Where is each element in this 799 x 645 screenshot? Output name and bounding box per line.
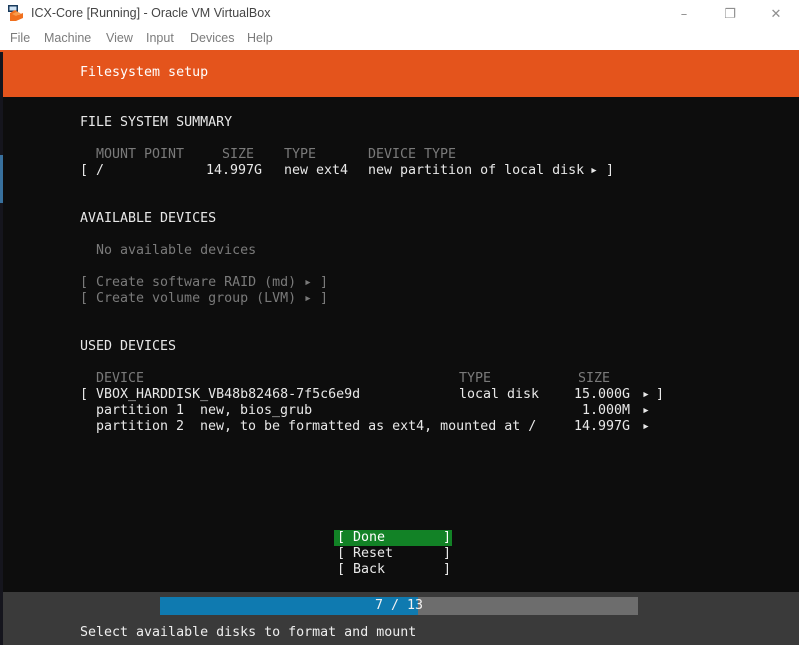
back-label: Back xyxy=(353,562,386,577)
chevron-right-icon: ▸ xyxy=(642,419,651,434)
column-header-mount-point: MOUNT POINT xyxy=(96,147,185,162)
installer-header: Filesystem setup xyxy=(0,50,799,97)
column-header-device-type: DEVICE TYPE xyxy=(368,147,457,162)
menu-item-devices[interactable]: Devices xyxy=(190,31,234,45)
installer-footer: 7 / 13 Select available disks to format … xyxy=(0,592,799,645)
open-bracket: [ xyxy=(80,387,89,402)
close-bracket: ] xyxy=(443,546,452,561)
open-bracket: [ xyxy=(337,562,346,577)
done-button[interactable]: [ Done ] xyxy=(334,530,452,546)
column-header-size: SIZE xyxy=(222,147,255,162)
window-controls: – ❐ ✕ xyxy=(661,0,799,28)
close-bracket: ] xyxy=(320,291,329,306)
partition-size: 14.997G xyxy=(574,419,631,434)
partition-name: partition 1 xyxy=(96,403,185,418)
close-bracket: ] xyxy=(656,387,665,402)
chevron-right-icon: ▸ xyxy=(642,387,651,402)
reset-label: Reset xyxy=(353,546,394,561)
create-lvm-label: Create volume group (LVM) xyxy=(96,291,297,306)
column-header-type: TYPE xyxy=(459,371,492,386)
partition-size: 1.000M xyxy=(581,403,630,418)
done-label: Done xyxy=(353,530,386,545)
disk-size: 15.000G xyxy=(574,387,631,402)
mount-point-value: / xyxy=(96,163,105,178)
close-bracket: ] xyxy=(443,530,452,545)
virtualbox-logo-icon xyxy=(8,5,23,21)
chevron-right-icon: ▸ xyxy=(304,275,313,290)
partition-row[interactable]: partition 1 new, bios_grub 1.000M ▸ xyxy=(0,403,799,419)
column-header-type: TYPE xyxy=(284,147,317,162)
page-title: Filesystem setup xyxy=(80,65,209,80)
chevron-right-icon: ▸ xyxy=(642,403,651,418)
create-volume-group-button[interactable]: [ Create volume group (LVM) ▸ ] xyxy=(0,291,799,307)
menu-item-input[interactable]: Input xyxy=(146,31,174,45)
menu-item-machine[interactable]: Machine xyxy=(44,31,91,45)
size-value: 14.997G xyxy=(205,163,262,178)
window-title: ICX-Core [Running] - Oracle VM VirtualBo… xyxy=(31,6,271,20)
fs-summary-column-headers: MOUNT POINT SIZE TYPE DEVICE TYPE xyxy=(0,147,799,163)
disk-type: local disk xyxy=(459,387,540,402)
open-bracket: [ xyxy=(80,163,89,178)
section-heading-used-devices: USED DEVICES xyxy=(80,339,177,354)
close-bracket: ] xyxy=(320,275,329,290)
open-bracket: [ xyxy=(337,546,346,561)
used-devices-column-headers: DEVICE TYPE SIZE xyxy=(0,371,799,387)
status-hint-text: Select available disks to format and mou… xyxy=(80,625,417,640)
left-scrollbar-thumb xyxy=(0,155,3,203)
disk-row[interactable]: [ VBOX_HARDDISK_VB48b82468-7f5c6e9d loca… xyxy=(0,387,799,403)
window-titlebar[interactable]: ICX-Core [Running] - Oracle VM VirtualBo… xyxy=(0,0,799,28)
menu-item-file[interactable]: File xyxy=(10,31,30,45)
partition-name: partition 2 xyxy=(96,419,185,434)
create-software-raid-button[interactable]: [ Create software RAID (md) ▸ ] xyxy=(0,275,799,291)
partition-row[interactable]: partition 2 new, to be formatted as ext4… xyxy=(0,419,799,435)
close-bracket: ] xyxy=(606,163,615,178)
open-bracket: [ xyxy=(80,275,89,290)
create-raid-label: Create software RAID (md) xyxy=(96,275,297,290)
maximize-button[interactable]: ❐ xyxy=(707,0,753,28)
close-bracket: ] xyxy=(443,562,452,577)
progress-bar: 7 / 13 xyxy=(160,597,638,615)
type-value: new ext4 xyxy=(284,163,349,178)
open-bracket: [ xyxy=(80,291,89,306)
menu-item-view[interactable]: View xyxy=(106,31,133,45)
column-header-size: SIZE xyxy=(578,371,611,386)
left-edge-strip xyxy=(0,52,3,645)
menubar: File Machine View Input Devices Help xyxy=(0,28,799,50)
vm-display: Filesystem setup FILE SYSTEM SUMMARY MOU… xyxy=(0,50,799,645)
fs-summary-row[interactable]: [ / 14.997G new ext4 new partition of lo… xyxy=(0,163,799,179)
partition-desc: new, bios_grub xyxy=(200,403,313,418)
no-available-devices-text: No available devices xyxy=(96,243,257,258)
disk-name: VBOX_HARDDISK_VB48b82468-7f5c6e9d xyxy=(96,387,361,402)
section-heading-available-devices: AVAILABLE DEVICES xyxy=(80,211,217,226)
open-bracket: [ xyxy=(337,530,346,545)
back-button[interactable]: [ Back ] xyxy=(334,562,452,578)
chevron-right-icon: ▸ xyxy=(304,291,313,306)
menu-item-help[interactable]: Help xyxy=(247,31,273,45)
partition-desc: new, to be formatted as ext4, mounted at… xyxy=(200,419,537,434)
close-button[interactable]: ✕ xyxy=(753,0,799,28)
device-type-value: new partition of local disk xyxy=(368,163,585,178)
minimize-button[interactable]: – xyxy=(661,0,707,28)
section-heading-file-system-summary: FILE SYSTEM SUMMARY xyxy=(80,115,233,130)
chevron-right-icon: ▸ xyxy=(590,163,599,178)
progress-label: 7 / 13 xyxy=(374,598,424,613)
column-header-device: DEVICE xyxy=(96,371,145,386)
reset-button[interactable]: [ Reset ] xyxy=(334,546,452,562)
